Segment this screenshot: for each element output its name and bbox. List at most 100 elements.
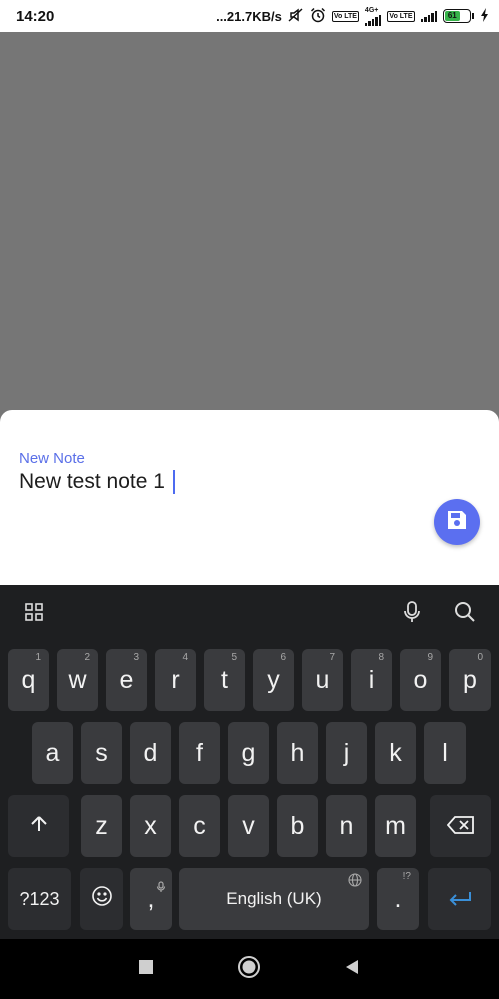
- key-label: w: [68, 665, 87, 694]
- key-label: x: [144, 811, 157, 840]
- key-z[interactable]: z: [81, 795, 122, 857]
- key-hint: 4: [182, 652, 188, 663]
- key-x[interactable]: x: [130, 795, 171, 857]
- keyboard: q1 w2 e3 r4 t5 y6 u7 i8 o9 p0 a s d f g …: [0, 585, 499, 939]
- back-button[interactable]: [340, 957, 364, 981]
- key-b[interactable]: b: [277, 795, 318, 857]
- key-t[interactable]: t5: [204, 649, 245, 711]
- key-w[interactable]: w2: [57, 649, 98, 711]
- save-button[interactable]: [434, 499, 480, 545]
- note-field-label: New Note: [19, 450, 85, 467]
- key-a[interactable]: a: [32, 722, 73, 784]
- note-input[interactable]: New test note 1: [19, 470, 175, 494]
- key-i[interactable]: i8: [351, 649, 392, 711]
- key-e[interactable]: e3: [106, 649, 147, 711]
- key-label: c: [193, 811, 206, 840]
- key-hint: 6: [280, 652, 286, 663]
- status-bar: 14:20 ...21.7KB/s Vo LTE 4G+ Vo LTE 61: [0, 0, 499, 32]
- key-p[interactable]: p0: [449, 649, 491, 711]
- network-speed: ...21.7KB/s: [216, 8, 282, 24]
- key-hint: 1: [35, 652, 41, 663]
- comma-key[interactable]: ,: [130, 868, 172, 930]
- search-icon[interactable]: [451, 598, 479, 626]
- key-label: j: [343, 738, 350, 767]
- alarm-icon: [310, 7, 326, 26]
- key-label: t: [221, 665, 228, 694]
- key-q[interactable]: q1: [8, 649, 49, 711]
- symbols-key[interactable]: ?123: [8, 868, 71, 930]
- key-r[interactable]: r4: [155, 649, 196, 711]
- backspace-key[interactable]: [430, 795, 491, 857]
- status-time: 14:20: [16, 7, 55, 25]
- key-hint: 2: [84, 652, 90, 663]
- enter-icon: [448, 885, 472, 914]
- volte-badge-2: Vo LTE: [387, 10, 415, 22]
- space-key[interactable]: English (UK): [179, 868, 369, 930]
- mic-hint-icon: [156, 871, 166, 900]
- key-d[interactable]: d: [130, 722, 171, 784]
- battery-level: 61: [445, 11, 460, 21]
- back-triangle-icon: [344, 959, 360, 980]
- signal-bars-icon: [364, 14, 382, 26]
- status-icons: ...21.7KB/s Vo LTE 4G+ Vo LTE 61: [216, 7, 489, 26]
- key-f[interactable]: f: [179, 722, 220, 784]
- grid-icon[interactable]: [20, 598, 48, 626]
- period-key[interactable]: . !?: [377, 868, 419, 930]
- key-s[interactable]: s: [81, 722, 122, 784]
- key-y[interactable]: y6: [253, 649, 294, 711]
- emoji-key[interactable]: [80, 868, 123, 930]
- mute-icon: [288, 7, 304, 25]
- key-hint: 9: [427, 652, 433, 663]
- key-label: b: [290, 811, 305, 840]
- recents-button[interactable]: [134, 957, 158, 981]
- key-hint: 7: [329, 652, 335, 663]
- mic-icon[interactable]: [398, 598, 426, 626]
- key-label: d: [143, 738, 158, 767]
- key-label: h: [290, 738, 305, 767]
- shift-icon: [29, 812, 49, 841]
- key-label: a: [45, 738, 60, 767]
- key-n[interactable]: n: [326, 795, 367, 857]
- key-u[interactable]: u7: [302, 649, 343, 711]
- key-label: g: [241, 738, 256, 767]
- key-c[interactable]: c: [179, 795, 220, 857]
- signal-1: 4G+: [364, 6, 382, 26]
- key-label: ,: [147, 884, 155, 913]
- shift-key[interactable]: [8, 795, 69, 857]
- key-v[interactable]: v: [228, 795, 269, 857]
- note-input-value: New test note 1: [19, 470, 165, 493]
- key-label: English (UK): [226, 889, 322, 908]
- key-hint: 0: [477, 652, 483, 663]
- key-l[interactable]: l: [424, 722, 466, 784]
- square-icon: [139, 959, 153, 979]
- key-g[interactable]: g: [228, 722, 269, 784]
- navigation-bar: [0, 939, 499, 999]
- signal-bars-icon-2: [420, 10, 437, 22]
- new-note-sheet: New Note New test note 1: [0, 410, 499, 585]
- globe-icon: [348, 872, 362, 892]
- key-label: r: [171, 665, 180, 694]
- key-h[interactable]: h: [277, 722, 318, 784]
- key-label: z: [95, 811, 108, 840]
- key-k[interactable]: k: [375, 722, 416, 784]
- key-hint: 3: [133, 652, 139, 663]
- home-circle-icon: [237, 955, 261, 984]
- key-label: ?123: [19, 888, 60, 909]
- key-j[interactable]: j: [326, 722, 367, 784]
- key-hint: !?: [402, 871, 411, 882]
- key-m[interactable]: m: [375, 795, 416, 857]
- emoji-icon: [91, 885, 113, 914]
- backspace-icon: [446, 812, 475, 841]
- network-type: 4G+: [364, 6, 379, 14]
- key-label: e: [119, 665, 134, 694]
- key-label: s: [95, 738, 108, 767]
- battery-icon: 61: [443, 9, 474, 23]
- key-o[interactable]: o9: [400, 649, 441, 711]
- home-button[interactable]: [237, 955, 261, 984]
- key-label: n: [339, 811, 354, 840]
- enter-key[interactable]: [428, 868, 491, 930]
- key-label: k: [389, 738, 402, 767]
- dim-overlay[interactable]: [0, 32, 499, 422]
- key-label: l: [442, 738, 448, 767]
- text-cursor: [172, 470, 175, 494]
